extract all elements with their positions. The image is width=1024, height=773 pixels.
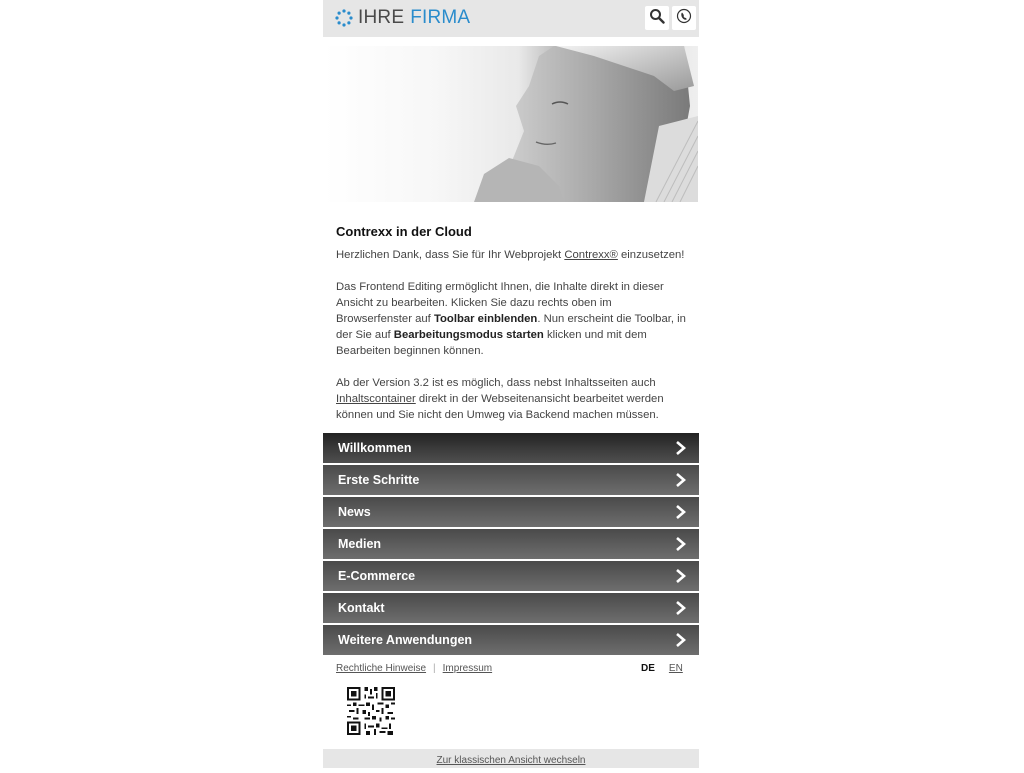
page-title: Contrexx in der Cloud	[336, 224, 472, 239]
fe-bold-edit-mode: Bearbeitungsmodus starten	[393, 329, 544, 341]
contrexx-link[interactable]: Contrexx®	[564, 249, 618, 261]
classic-view-bar: Zur klassischen Ansicht wechseln	[323, 749, 699, 768]
footer-separator: |	[433, 663, 436, 674]
chevron-right-icon	[676, 473, 686, 487]
nav-item-label: Medien	[338, 537, 382, 551]
version-paragraph: Ab der Version 3.2 ist es möglich, dass …	[336, 375, 688, 423]
chevron-right-icon	[676, 537, 686, 551]
nav-item-label: E-Commerce	[338, 569, 416, 583]
hero-portrait	[474, 46, 698, 202]
qr-code-image	[347, 687, 395, 735]
page: IHRE FIRMA Contrexx in der Cloud Herzlic…	[323, 0, 699, 768]
intro-text-end: einzusetzen!	[617, 249, 685, 261]
chevron-right-icon	[676, 601, 686, 615]
inhaltscontainer-link[interactable]: Inhaltscontainer	[336, 393, 416, 405]
phone-icon	[676, 8, 692, 29]
chevron-right-icon	[676, 441, 686, 455]
nav-item-erste-schritte[interactable]: Erste Schritte	[323, 465, 699, 495]
phone-button[interactable]	[672, 6, 696, 30]
nav-item-willkommen[interactable]: Willkommen	[323, 433, 699, 463]
search-button[interactable]	[645, 6, 669, 30]
nav-item-label: Weitere Anwendungen	[338, 633, 473, 647]
nav-item-label: News	[338, 505, 371, 519]
lang-en[interactable]: EN	[669, 663, 683, 674]
logo[interactable]: IHRE FIRMA	[335, 8, 470, 28]
imprint-link[interactable]: Impressum	[443, 663, 492, 674]
header-bar: IHRE FIRMA	[323, 0, 699, 37]
intro-text-start: Herzlichen Dank, dass Sie für Ihr Webpro…	[336, 249, 565, 261]
language-switcher: DE EN	[641, 663, 683, 674]
logo-word-ihre: IHRE	[358, 7, 405, 28]
nav-item-news[interactable]: News	[323, 497, 699, 527]
logo-ring-icon	[335, 9, 353, 27]
logo-word-firma: FIRMA	[410, 7, 471, 28]
nav-item-label: Erste Schritte	[338, 473, 420, 487]
hero-image	[324, 46, 698, 202]
nav-item-label: Kontakt	[338, 601, 385, 615]
chevron-right-icon	[676, 569, 686, 583]
nav-item-medien[interactable]: Medien	[323, 529, 699, 559]
main-content: Contrexx in der Cloud Herzlichen Dank, d…	[336, 223, 688, 439]
legal-notice-link[interactable]: Rechtliche Hinweise	[336, 663, 426, 674]
version-text-a: Ab der Version 3.2 ist es möglich, dass …	[336, 377, 656, 389]
nav-item-label: Willkommen	[338, 441, 412, 455]
chevron-right-icon	[676, 505, 686, 519]
nav-item-weitere-anwendungen[interactable]: Weitere Anwendungen	[323, 625, 699, 655]
nav-item-kontakt[interactable]: Kontakt	[323, 593, 699, 623]
chevron-right-icon	[676, 633, 686, 647]
intro-paragraph: Herzlichen Dank, dass Sie für Ihr Webpro…	[336, 247, 688, 263]
search-icon	[649, 8, 665, 29]
main-navigation: Willkommen Erste Schritte News Medien E-…	[323, 433, 699, 657]
footer-links: Rechtliche Hinweise | Impressum	[336, 663, 492, 674]
frontend-editing-paragraph: Das Frontend Editing ermöglicht Ihnen, d…	[336, 279, 688, 359]
classic-view-link[interactable]: Zur klassischen Ansicht wechseln	[437, 755, 586, 766]
lang-de[interactable]: DE	[641, 663, 655, 674]
nav-item-e-commerce[interactable]: E-Commerce	[323, 561, 699, 591]
fe-bold-toolbar: Toolbar einblenden	[433, 313, 538, 325]
